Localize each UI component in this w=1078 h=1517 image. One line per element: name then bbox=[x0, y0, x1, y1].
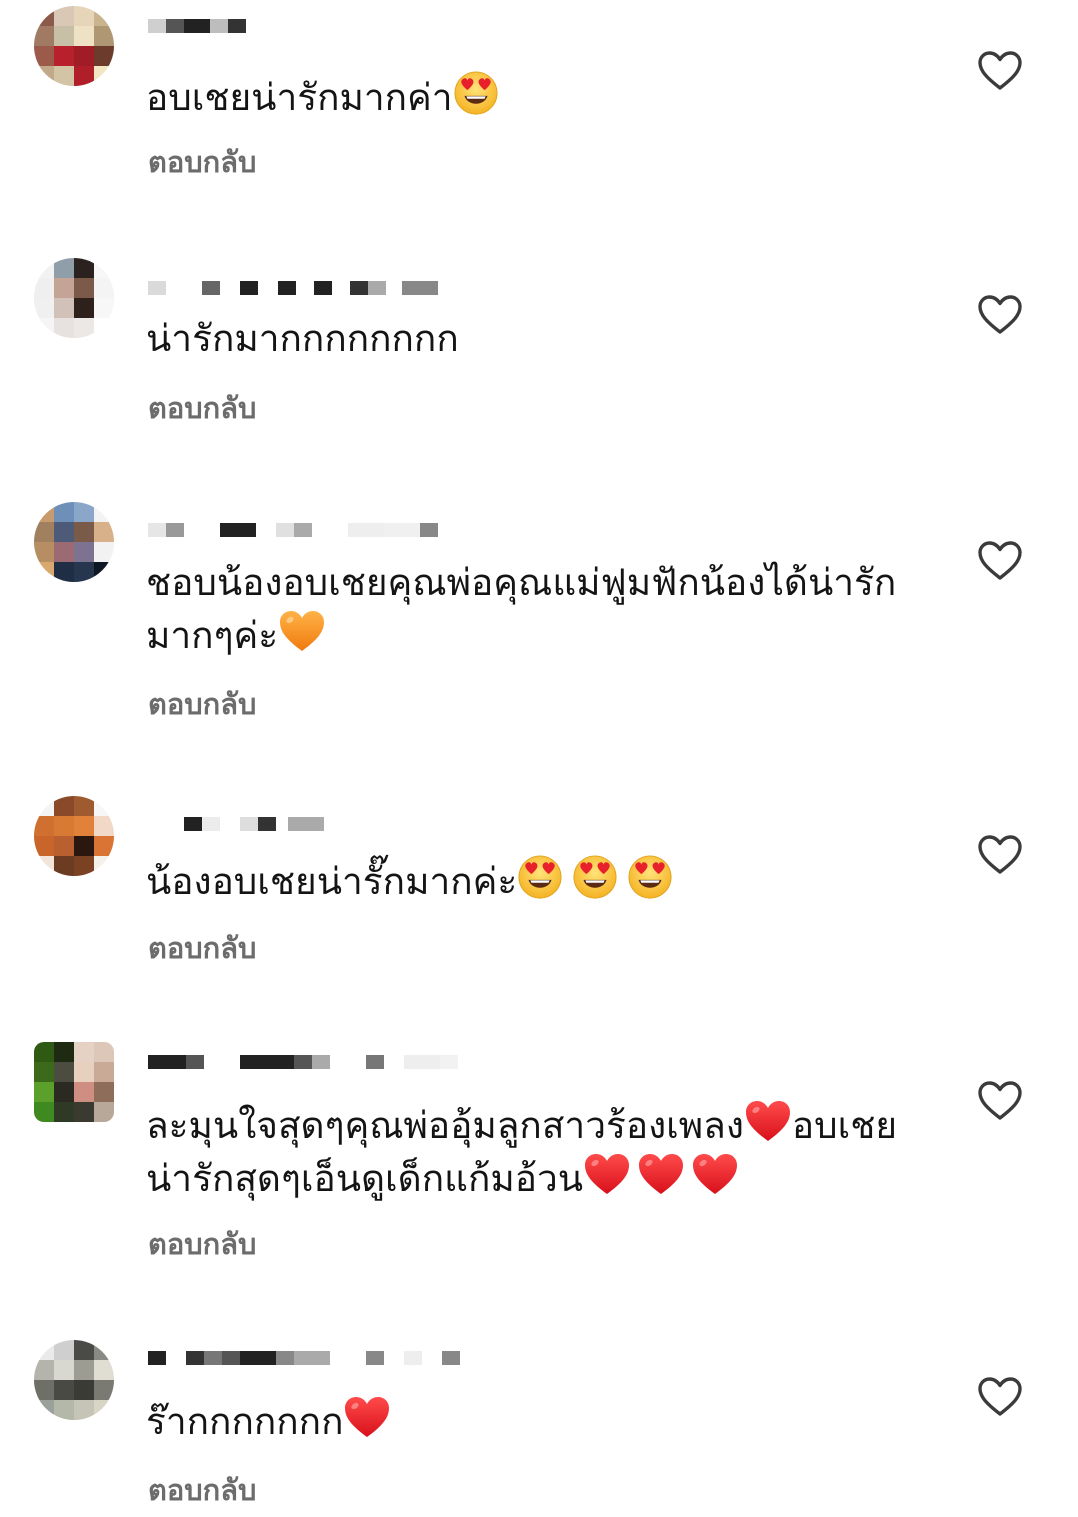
reply-button[interactable]: ตอบกลับ bbox=[148, 1221, 256, 1267]
comment-text: ร๊ากกกกกกก bbox=[146, 1394, 926, 1447]
heart-eyes-emoji bbox=[572, 854, 618, 900]
avatar[interactable] bbox=[34, 1042, 114, 1122]
comment-text-body: ชอบน้องอบเชยคุณพ่อคุณแม่ฟูมฟักน้องได้น่า… bbox=[146, 561, 897, 657]
comment-item: อบเชยน่ารักมากค่า ตอบกลับ bbox=[0, 2, 1078, 242]
comment-item: ร๊ากกกกกกก ตอบกลับ bbox=[0, 1330, 1078, 1517]
comment-text-line2: น่ารักสุดๆเอ็นดูเด็กแก้มอ้วน bbox=[146, 1157, 584, 1200]
comment-item: น้องอบเชยน่ารั๊กมากค่ะ ตอบกลับ bbox=[0, 788, 1078, 1028]
username-redacted[interactable] bbox=[148, 814, 324, 834]
avatar[interactable] bbox=[34, 796, 114, 876]
comment-text: ชอบน้องอบเชยคุณพ่อคุณแม่ฟูมฟักน้องได้น่า… bbox=[146, 558, 926, 661]
comment-item: ชอบน้องอบเชยคุณพ่อคุณแม่ฟูมฟักน้องได้น่า… bbox=[0, 494, 1078, 784]
reply-button[interactable]: ตอบกลับ bbox=[148, 925, 256, 971]
red-heart-emoji bbox=[691, 1151, 739, 1197]
username-redacted[interactable] bbox=[148, 1052, 458, 1072]
red-heart-emoji bbox=[583, 1151, 631, 1197]
red-heart-emoji bbox=[343, 1394, 391, 1440]
heart-outline-icon[interactable] bbox=[977, 834, 1023, 876]
heart-eyes-emoji bbox=[627, 854, 673, 900]
comment-item: ละมุนใจสุดๆคุณพ่ออุ้มลูกสาวร้องเพลง อบเชย… bbox=[0, 1034, 1078, 1324]
avatar[interactable] bbox=[34, 6, 114, 86]
red-heart-emoji bbox=[637, 1151, 685, 1197]
orange-heart-emoji bbox=[278, 608, 326, 654]
heart-outline-icon[interactable] bbox=[977, 540, 1023, 582]
heart-outline-icon[interactable] bbox=[977, 294, 1023, 336]
comment-text: อบเชยน่ารักมากค่า bbox=[146, 70, 926, 123]
avatar[interactable] bbox=[34, 1340, 114, 1420]
comment-text: ละมุนใจสุดๆคุณพ่ออุ้มลูกสาวร้องเพลง อบเชย… bbox=[146, 1098, 926, 1204]
comment-text-line1: ละมุนใจสุดๆคุณพ่ออุ้มลูกสาวร้องเพลง bbox=[146, 1104, 744, 1147]
reply-button[interactable]: ตอบกลับ bbox=[148, 385, 256, 431]
reply-button[interactable]: ตอบกลับ bbox=[148, 681, 256, 727]
comment-text-body: น้องอบเชยน่ารั๊กมากค่ะ bbox=[146, 860, 518, 903]
avatar[interactable] bbox=[34, 502, 114, 582]
heart-outline-icon[interactable] bbox=[977, 1080, 1023, 1122]
comment-text-body: ร๊ากกกกกกก bbox=[146, 1400, 344, 1443]
comment-text-body: อบเชยน่ารักมากค่า bbox=[146, 76, 453, 119]
username-redacted[interactable] bbox=[148, 520, 438, 540]
reply-button[interactable]: ตอบกลับ bbox=[148, 1467, 256, 1513]
heart-eyes-emoji bbox=[453, 70, 499, 116]
comment-text-line1-end: อบเชย bbox=[791, 1104, 898, 1147]
username-redacted[interactable] bbox=[148, 1348, 460, 1368]
red-heart-emoji bbox=[744, 1098, 792, 1144]
heart-eyes-emoji bbox=[517, 854, 563, 900]
heart-outline-icon[interactable] bbox=[977, 1376, 1023, 1418]
comment-item: น่ารักมากกกกกกกก ตอบกลับ bbox=[0, 248, 1078, 488]
reply-button[interactable]: ตอบกลับ bbox=[148, 139, 256, 185]
username-redacted[interactable] bbox=[148, 278, 438, 298]
avatar[interactable] bbox=[34, 258, 114, 338]
comment-text: น่ารักมากกกกกกกก bbox=[146, 317, 459, 360]
username-redacted[interactable] bbox=[148, 16, 246, 36]
comment-text: น้องอบเชยน่ารั๊กมากค่ะ bbox=[146, 854, 926, 907]
heart-outline-icon[interactable] bbox=[977, 50, 1023, 92]
